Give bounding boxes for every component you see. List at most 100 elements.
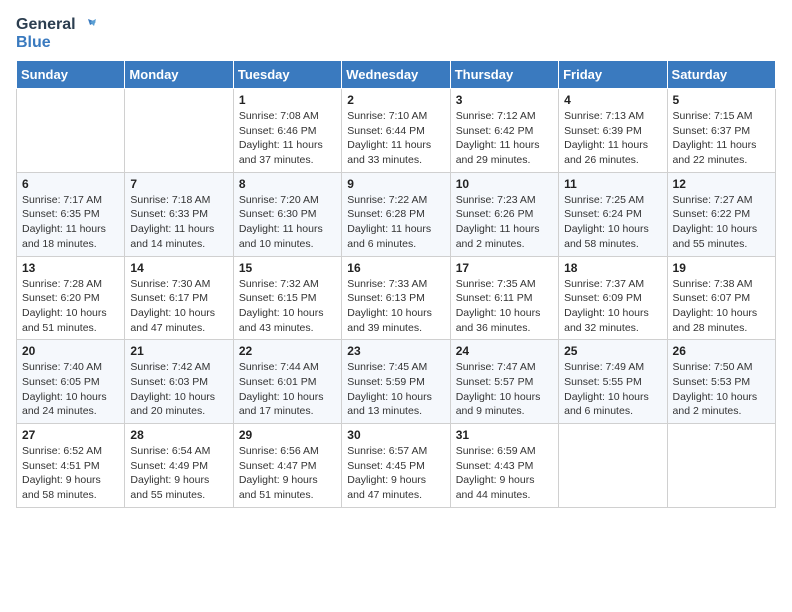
day-number: 29 (239, 428, 336, 442)
day-number: 19 (673, 261, 770, 275)
day-number: 14 (130, 261, 227, 275)
day-info: Sunrise: 6:54 AMSunset: 4:49 PMDaylight:… (130, 444, 227, 503)
day-info: Sunrise: 6:56 AMSunset: 4:47 PMDaylight:… (239, 444, 336, 503)
day-number: 27 (22, 428, 119, 442)
day-number: 13 (22, 261, 119, 275)
calendar-cell: 1Sunrise: 7:08 AMSunset: 6:46 PMDaylight… (233, 89, 341, 173)
day-info: Sunrise: 6:57 AMSunset: 4:45 PMDaylight:… (347, 444, 444, 503)
day-info: Sunrise: 7:30 AMSunset: 6:17 PMDaylight:… (130, 277, 227, 336)
day-number: 20 (22, 344, 119, 358)
calendar-week-row: 1Sunrise: 7:08 AMSunset: 6:46 PMDaylight… (17, 89, 776, 173)
calendar-cell: 2Sunrise: 7:10 AMSunset: 6:44 PMDaylight… (342, 89, 450, 173)
day-number: 31 (456, 428, 553, 442)
day-info: Sunrise: 7:35 AMSunset: 6:11 PMDaylight:… (456, 277, 553, 336)
calendar-cell: 19 Sunrise: 7:38 AMSunset: 6:07 PMDayligh… (667, 256, 775, 340)
calendar-week-row: 6Sunrise: 7:17 AMSunset: 6:35 PMDaylight… (17, 172, 776, 256)
calendar-cell: 8 Sunrise: 7:20 AMSunset: 6:30 PMDaylight… (233, 172, 341, 256)
day-info: Sunrise: 7:17 AMSunset: 6:35 PMDaylight:… (22, 193, 119, 252)
day-info: Sunrise: 7:32 AMSunset: 6:15 PMDaylight:… (239, 277, 336, 336)
day-number: 3 (456, 93, 553, 107)
calendar-cell: 5 Sunrise: 7:15 AMSunset: 6:37 PMDaylight… (667, 89, 775, 173)
calendar-cell: 28 Sunrise: 6:54 AMSunset: 4:49 PMDayligh… (125, 424, 233, 508)
calendar-cell: 25 Sunrise: 7:49 AMSunset: 5:55 PMDayligh… (559, 340, 667, 424)
calendar-cell: 7 Sunrise: 7:18 AMSunset: 6:33 PMDaylight… (125, 172, 233, 256)
day-info: Sunrise: 7:50 AMSunset: 5:53 PMDaylight:… (673, 360, 770, 419)
calendar-cell: 14 Sunrise: 7:30 AMSunset: 6:17 PMDayligh… (125, 256, 233, 340)
day-number: 9 (347, 177, 444, 191)
calendar-cell: 9Sunrise: 7:22 AMSunset: 6:28 PMDaylight… (342, 172, 450, 256)
day-number: 28 (130, 428, 227, 442)
weekday-header: Wednesday (342, 61, 450, 89)
day-number: 11 (564, 177, 661, 191)
day-number: 30 (347, 428, 444, 442)
calendar-week-row: 20Sunrise: 7:40 AMSunset: 6:05 PMDayligh… (17, 340, 776, 424)
day-number: 7 (130, 177, 227, 191)
day-number: 15 (239, 261, 336, 275)
day-info: Sunrise: 7:38 AMSunset: 6:07 PMDaylight:… (673, 277, 770, 336)
day-number: 5 (673, 93, 770, 107)
calendar-cell: 20Sunrise: 7:40 AMSunset: 6:05 PMDayligh… (17, 340, 125, 424)
day-number: 12 (673, 177, 770, 191)
day-info: Sunrise: 6:52 AMSunset: 4:51 PMDaylight:… (22, 444, 119, 503)
day-number: 4 (564, 93, 661, 107)
day-info: Sunrise: 7:27 AMSunset: 6:22 PMDaylight:… (673, 193, 770, 252)
day-info: Sunrise: 7:47 AMSunset: 5:57 PMDaylight:… (456, 360, 553, 419)
day-number: 8 (239, 177, 336, 191)
day-number: 25 (564, 344, 661, 358)
calendar-cell: 22 Sunrise: 7:44 AMSunset: 6:01 PMDayligh… (233, 340, 341, 424)
day-info: Sunrise: 7:25 AMSunset: 6:24 PMDaylight:… (564, 193, 661, 252)
day-info: Sunrise: 7:23 AMSunset: 6:26 PMDaylight:… (456, 193, 553, 252)
logo: General Blue (16, 16, 96, 52)
calendar-cell: 30 Sunrise: 6:57 AMSunset: 4:45 PMDayligh… (342, 424, 450, 508)
calendar-cell: 6Sunrise: 7:17 AMSunset: 6:35 PMDaylight… (17, 172, 125, 256)
day-info: Sunrise: 7:20 AMSunset: 6:30 PMDaylight:… (239, 193, 336, 252)
calendar-cell (667, 424, 775, 508)
day-info: Sunrise: 7:37 AMSunset: 6:09 PMDaylight:… (564, 277, 661, 336)
day-info: Sunrise: 7:18 AMSunset: 6:33 PMDaylight:… (130, 193, 227, 252)
calendar-cell: 21Sunrise: 7:42 AMSunset: 6:03 PMDayligh… (125, 340, 233, 424)
calendar-cell: 23 Sunrise: 7:45 AMSunset: 5:59 PMDayligh… (342, 340, 450, 424)
weekday-header: Thursday (450, 61, 558, 89)
day-info: Sunrise: 7:15 AMSunset: 6:37 PMDaylight:… (673, 109, 770, 168)
day-info: Sunrise: 7:13 AMSunset: 6:39 PMDaylight:… (564, 109, 661, 168)
calendar-cell: 27 Sunrise: 6:52 AMSunset: 4:51 PMDayligh… (17, 424, 125, 508)
day-info: Sunrise: 7:10 AMSunset: 6:44 PMDaylight:… (347, 109, 444, 168)
calendar-cell: 15 Sunrise: 7:32 AMSunset: 6:15 PMDayligh… (233, 256, 341, 340)
calendar-cell (125, 89, 233, 173)
day-info: Sunrise: 7:12 AMSunset: 6:42 PMDaylight:… (456, 109, 553, 168)
day-info: Sunrise: 7:33 AMSunset: 6:13 PMDaylight:… (347, 277, 444, 336)
day-number: 17 (456, 261, 553, 275)
logo-bird-icon (78, 16, 96, 34)
day-number: 23 (347, 344, 444, 358)
calendar-cell: 18 Sunrise: 7:37 AMSunset: 6:09 PMDayligh… (559, 256, 667, 340)
logo-general: General (16, 16, 76, 34)
calendar-cell: 11 Sunrise: 7:25 AMSunset: 6:24 PMDayligh… (559, 172, 667, 256)
day-info: Sunrise: 7:44 AMSunset: 6:01 PMDaylight:… (239, 360, 336, 419)
calendar-cell: 17 Sunrise: 7:35 AMSunset: 6:11 PMDayligh… (450, 256, 558, 340)
day-number: 21 (130, 344, 227, 358)
weekday-header-row: SundayMondayTuesdayWednesdayThursdayFrid… (17, 61, 776, 89)
calendar-cell: 24 Sunrise: 7:47 AMSunset: 5:57 PMDayligh… (450, 340, 558, 424)
weekday-header: Saturday (667, 61, 775, 89)
day-info: Sunrise: 7:08 AMSunset: 6:46 PMDaylight:… (239, 109, 336, 168)
calendar-cell: 10Sunrise: 7:23 AMSunset: 6:26 PMDayligh… (450, 172, 558, 256)
day-number: 26 (673, 344, 770, 358)
weekday-header: Tuesday (233, 61, 341, 89)
weekday-header: Monday (125, 61, 233, 89)
weekday-header: Sunday (17, 61, 125, 89)
calendar-cell (559, 424, 667, 508)
day-number: 22 (239, 344, 336, 358)
day-number: 18 (564, 261, 661, 275)
day-info: Sunrise: 7:45 AMSunset: 5:59 PMDaylight:… (347, 360, 444, 419)
page-header: General Blue (16, 16, 776, 52)
day-number: 24 (456, 344, 553, 358)
day-info: Sunrise: 7:49 AMSunset: 5:55 PMDaylight:… (564, 360, 661, 419)
day-info: Sunrise: 6:59 AMSunset: 4:43 PMDaylight:… (456, 444, 553, 503)
weekday-header: Friday (559, 61, 667, 89)
day-number: 16 (347, 261, 444, 275)
calendar-cell: 26 Sunrise: 7:50 AMSunset: 5:53 PMDayligh… (667, 340, 775, 424)
calendar-cell: 13Sunrise: 7:28 AMSunset: 6:20 PMDayligh… (17, 256, 125, 340)
calendar-cell (17, 89, 125, 173)
calendar-cell: 31 Sunrise: 6:59 AMSunset: 4:43 PMDayligh… (450, 424, 558, 508)
calendar-table: SundayMondayTuesdayWednesdayThursdayFrid… (16, 60, 776, 508)
